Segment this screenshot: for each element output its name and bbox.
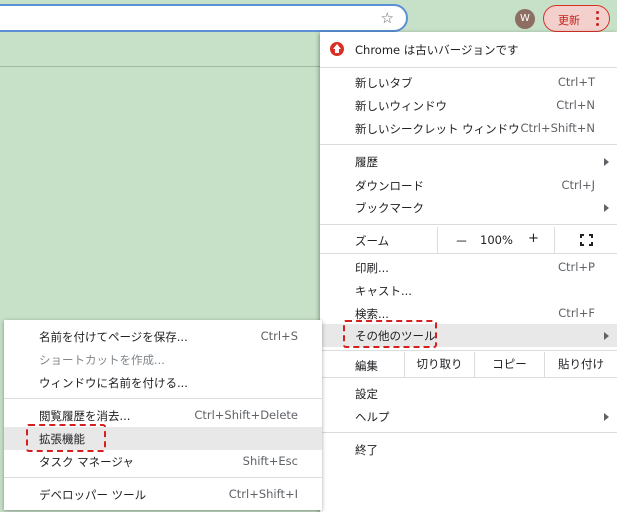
update-notice-label: Chrome は古いバージョンです — [355, 43, 519, 57]
submenu-item-name-window[interactable]: ウィンドウに名前を付ける... — [4, 371, 322, 394]
menu-item-downloads[interactable]: ダウンロード Ctrl+J — [320, 174, 617, 197]
menu-item-print[interactable]: 印刷... Ctrl+P — [320, 256, 617, 279]
submenu-arrow-icon — [604, 204, 609, 212]
menu-separator — [320, 253, 617, 254]
menu-item-label: 閲覧履歴を消去... — [39, 409, 131, 423]
shortcut-text: Shift+Esc — [242, 454, 298, 468]
shortcut-text: Ctrl+Shift+I — [228, 487, 298, 501]
menu-separator — [4, 477, 322, 478]
shortcut-text: Ctrl+Shift+Delete — [194, 408, 298, 422]
menu-item-update-notice[interactable]: Chrome は古いバージョンです — [320, 36, 617, 62]
menu-item-label: 終了 — [355, 443, 378, 457]
menu-item-label: 新しいウィンドウ — [355, 99, 447, 113]
menu-separator — [320, 224, 617, 225]
zoom-level: 100% — [480, 233, 513, 247]
submenu-item-extensions[interactable]: 拡張機能 — [4, 427, 322, 450]
menu-separator — [320, 144, 617, 145]
shortcut-text: Ctrl+J — [561, 178, 596, 192]
zoom-label: ズーム — [355, 234, 390, 248]
shortcut-text: Ctrl+Shift+N — [520, 121, 595, 135]
zoom-in-button[interactable]: + — [528, 231, 539, 246]
menu-item-label: 検索... — [355, 307, 389, 321]
menu-item-label: デベロッパー ツール — [39, 488, 147, 502]
menu-item-incognito[interactable]: 新しいシークレット ウィンドウ Ctrl+Shift+N — [320, 117, 617, 140]
bookmark-bar-divider — [0, 66, 320, 67]
submenu-arrow-icon — [604, 413, 609, 421]
menu-item-new-window[interactable]: 新しいウィンドウ Ctrl+N — [320, 94, 617, 117]
menu-item-label: キャスト... — [355, 284, 412, 298]
shortcut-text: Ctrl+N — [556, 98, 595, 112]
submenu-item-dev-tools[interactable]: デベロッパー ツール Ctrl+Shift+I — [4, 483, 322, 506]
menu-separator — [4, 398, 322, 399]
menu-item-label: ヘルプ — [355, 410, 390, 424]
menu-item-label: その他のツール — [355, 329, 436, 343]
menu-item-help[interactable]: ヘルプ — [320, 405, 617, 428]
update-arrow-icon — [330, 42, 344, 56]
shortcut-text: Ctrl+P — [557, 260, 595, 274]
menu-item-cast[interactable]: キャスト... — [320, 279, 617, 302]
edit-label: 編集 — [355, 359, 378, 373]
menu-item-label: 新しいタブ — [355, 76, 413, 90]
menu-item-label: 新しいシークレット ウィンドウ — [355, 122, 520, 136]
menu-item-label: ダウンロード — [355, 179, 424, 193]
update-button-label: 更新 — [558, 14, 580, 27]
submenu-item-save-page[interactable]: 名前を付けてページを保存... Ctrl+S — [4, 325, 322, 348]
menu-separator — [320, 432, 617, 433]
menu-item-exit[interactable]: 終了 — [320, 438, 617, 461]
submenu-item-task-manager[interactable]: タスク マネージャ Shift+Esc — [4, 450, 322, 473]
menu-item-more-tools[interactable]: その他のツール — [320, 324, 617, 347]
menu-item-label: ウィンドウに名前を付ける... — [39, 376, 188, 390]
edit-row: 編集 切り取り コピー 貼り付け — [320, 352, 617, 377]
submenu-arrow-icon — [604, 332, 609, 340]
menu-item-settings[interactable]: 設定 — [320, 382, 617, 405]
menu-item-history[interactable]: 履歴 — [320, 150, 617, 173]
paste-button[interactable]: 貼り付け — [544, 352, 617, 377]
cut-button[interactable]: 切り取り — [404, 352, 474, 377]
shortcut-text: Ctrl+T — [557, 75, 595, 89]
menu-item-bookmarks[interactable]: ブックマーク — [320, 196, 617, 219]
zoom-controls: － 100% + — [437, 227, 555, 253]
menu-item-label: ショートカットを作成... — [39, 353, 165, 367]
more-tools-submenu: 名前を付けてページを保存... Ctrl+S ショートカットを作成... ウィン… — [4, 320, 322, 510]
menu-item-label: 印刷... — [355, 261, 389, 275]
menu-item-label: 設定 — [355, 387, 378, 401]
menu-item-new-tab[interactable]: 新しいタブ Ctrl+T — [320, 71, 617, 94]
menu-item-find[interactable]: 検索... Ctrl+F — [320, 302, 617, 325]
browser-toolbar: ☆ W 更新 — [0, 0, 617, 36]
submenu-item-clear-data[interactable]: 閲覧履歴を消去... Ctrl+Shift+Delete — [4, 404, 322, 427]
menu-item-label: タスク マネージャ — [39, 455, 134, 469]
address-bar[interactable]: ☆ — [0, 4, 408, 32]
menu-separator — [320, 67, 617, 68]
profile-avatar[interactable]: W — [515, 9, 535, 29]
submenu-arrow-icon — [604, 158, 609, 166]
update-menu-button[interactable]: 更新 — [543, 5, 610, 32]
menu-item-label: ブックマーク — [355, 201, 424, 215]
zoom-out-button[interactable]: － — [455, 231, 468, 250]
menu-item-label: 履歴 — [355, 155, 378, 169]
menu-item-label: 拡張機能 — [39, 432, 85, 446]
fullscreen-icon[interactable] — [580, 234, 593, 246]
menu-separator — [320, 377, 617, 378]
chrome-main-menu: Chrome は古いバージョンです 新しいタブ Ctrl+T 新しいウィンドウ … — [320, 32, 617, 512]
shortcut-text: Ctrl+F — [558, 306, 595, 320]
zoom-row: ズーム － 100% + — [320, 227, 617, 253]
kebab-menu-icon — [593, 8, 601, 28]
menu-item-label: 名前を付けてページを保存... — [39, 330, 188, 344]
submenu-item-create-shortcut[interactable]: ショートカットを作成... — [4, 348, 322, 371]
bookmark-star-icon[interactable]: ☆ — [381, 9, 394, 27]
menu-separator — [320, 350, 617, 351]
copy-button[interactable]: コピー — [474, 352, 544, 377]
shortcut-text: Ctrl+S — [260, 329, 298, 343]
